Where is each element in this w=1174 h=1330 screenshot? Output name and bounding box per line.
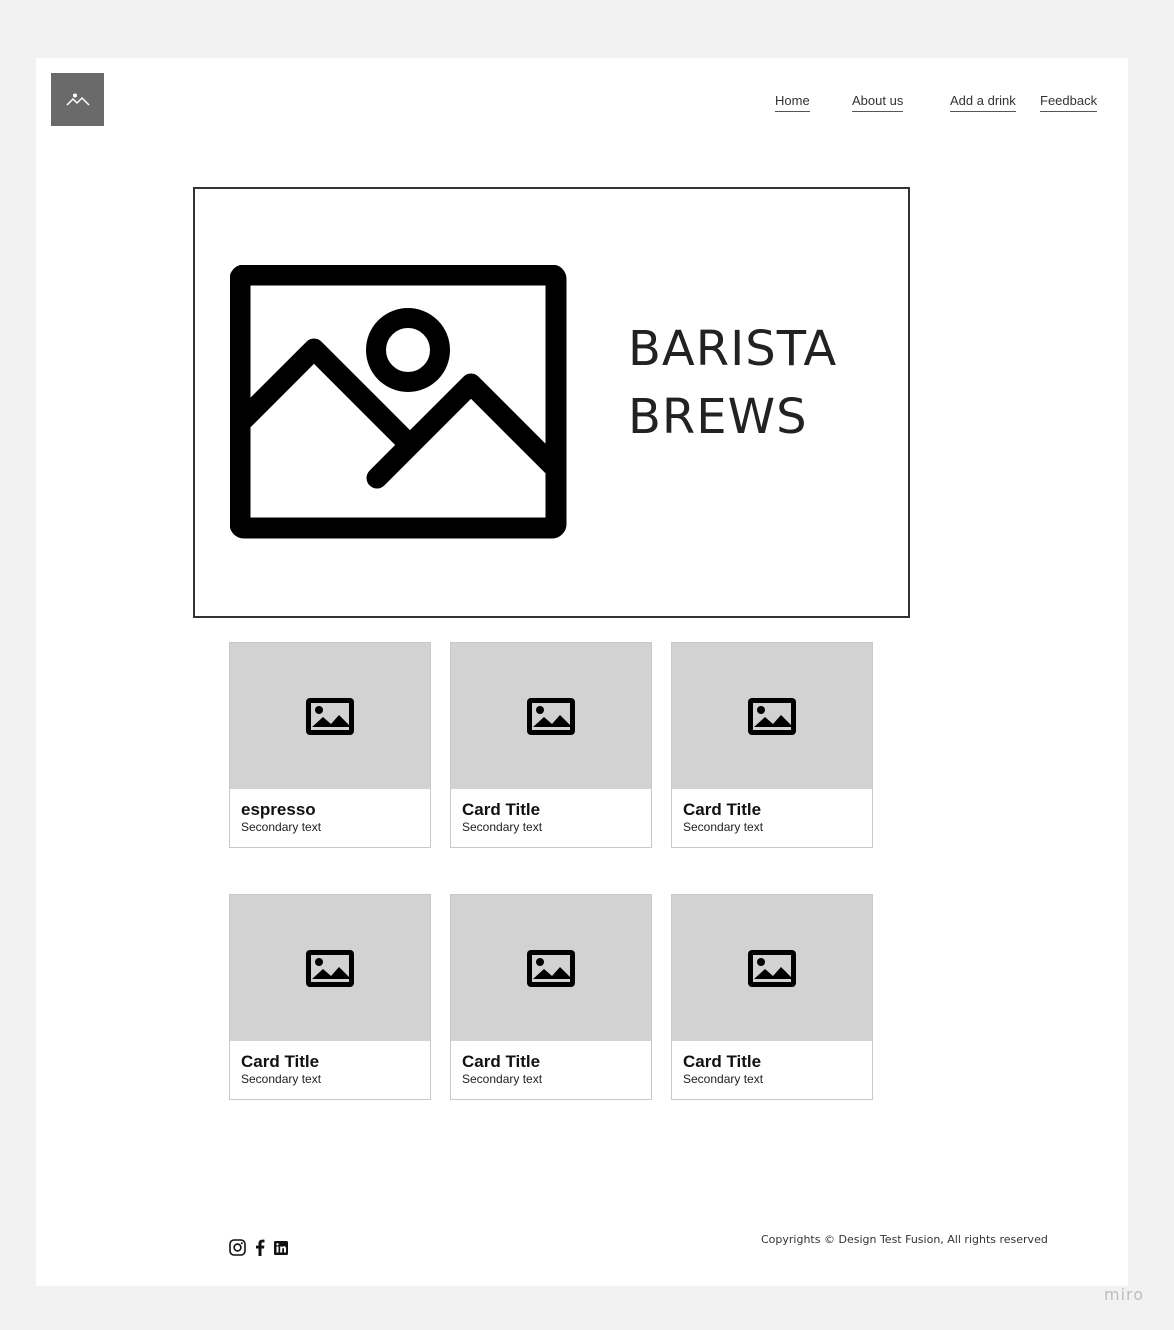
card-subtitle: Secondary text: [241, 1072, 322, 1086]
card-subtitle: Secondary text: [241, 820, 322, 834]
card-title: Card Title: [462, 1052, 541, 1071]
card-image: [230, 643, 430, 789]
card-image: [672, 643, 872, 789]
card-title: espresso: [241, 800, 316, 819]
card-subtitle: Secondary text: [462, 820, 543, 834]
image-placeholder-icon: [65, 93, 90, 106]
card-subtitle: Secondary text: [462, 1072, 543, 1086]
logo[interactable]: [51, 73, 104, 126]
nav-add-a-drink[interactable]: Add a drink: [950, 93, 1016, 112]
hero-title: BARISTA BREWS: [628, 315, 837, 451]
image-icon: [527, 697, 575, 735]
drink-card[interactable]: Card Title Secondary text: [229, 894, 431, 1100]
card-title: Card Title: [241, 1052, 320, 1071]
hero-banner: BARISTA BREWS: [193, 187, 910, 618]
social-links: [229, 1239, 288, 1256]
card-subtitle: Secondary text: [683, 820, 764, 834]
drink-card[interactable]: espresso Secondary text: [229, 642, 431, 848]
hero-title-line-2: BREWS: [628, 389, 808, 445]
nav-feedback[interactable]: Feedback: [1040, 93, 1098, 112]
drink-card[interactable]: Card Title Secondary text: [450, 894, 652, 1100]
image-icon: [748, 949, 796, 987]
card-image: [672, 895, 872, 1041]
card-subtitle: Secondary text: [683, 1072, 764, 1086]
nav-home[interactable]: Home: [775, 93, 810, 112]
miro-watermark: miro: [1104, 1285, 1145, 1304]
image-icon: [306, 949, 354, 987]
page-canvas: Home About us Add a drink Feedback BARIS…: [36, 58, 1128, 1286]
instagram-icon[interactable]: [229, 1239, 246, 1256]
facebook-icon[interactable]: [255, 1239, 265, 1256]
drink-card[interactable]: Card Title Secondary text: [450, 642, 652, 848]
card-title: Card Title: [683, 1052, 762, 1071]
image-placeholder-icon: [230, 265, 567, 539]
image-icon: [748, 697, 796, 735]
linkedin-icon[interactable]: [274, 1240, 288, 1255]
card-image: [451, 643, 651, 789]
image-icon: [527, 949, 575, 987]
copyright-text: Copyrights © Design Test Fusion, All rig…: [761, 1233, 1048, 1246]
card-title: Card Title: [462, 800, 541, 819]
drink-card[interactable]: Card Title Secondary text: [671, 894, 873, 1100]
drink-card[interactable]: Card Title Secondary text: [671, 642, 873, 848]
nav-about-us[interactable]: About us: [852, 93, 904, 112]
hero-title-line-1: BARISTA: [628, 321, 838, 377]
card-image: [230, 895, 430, 1041]
card-title: Card Title: [683, 800, 762, 819]
card-image: [451, 895, 651, 1041]
image-icon: [306, 697, 354, 735]
